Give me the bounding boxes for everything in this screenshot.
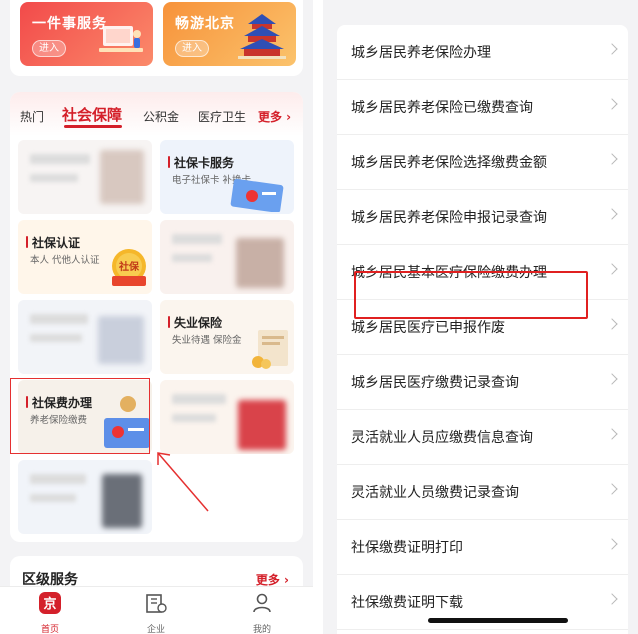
blurred-text (30, 494, 76, 502)
blurred-text (172, 254, 212, 262)
chevron-right-icon (606, 208, 618, 220)
chevron-right-icon (606, 318, 618, 330)
tab-medical[interactable]: 医疗卫生 (198, 108, 246, 125)
blurred-image (236, 238, 284, 288)
tabs-more-link[interactable]: 更多 › (258, 108, 291, 125)
tile-marker (26, 236, 28, 248)
promo-one-thing-service[interactable]: 一件事服务 进入 (20, 2, 153, 66)
promo-card: 一件事服务 进入 畅游北京 进入 (10, 0, 303, 76)
home-indicator (428, 618, 568, 623)
blurred-text (172, 394, 226, 404)
blurred-text (172, 414, 216, 422)
highlight-box-medical-payment (354, 271, 588, 319)
left-panel: 一件事服务 进入 畅游北京 进入 热门 社会保障 公积金 医疗卫生 更多 › 社… (0, 0, 313, 634)
list-item[interactable]: 城乡居民医疗缴费记录查询 (337, 355, 628, 410)
chevron-right-icon (606, 263, 618, 275)
blurred-text (30, 314, 88, 324)
list-item[interactable]: 灵活就业人员缴费记录查询 (337, 465, 628, 520)
list-item-label: 灵活就业人员缴费记录查询 (351, 485, 519, 501)
list-item-label: 城乡居民养老保险选择缴费金额 (351, 155, 547, 171)
chevron-right-icon (606, 593, 618, 605)
list-item[interactable]: 城乡居民养老保险选择缴费金额 (337, 135, 628, 190)
chevron-right-icon (606, 373, 618, 385)
blurred-text (30, 474, 86, 484)
badge-text: 社保 (118, 260, 140, 273)
blurred-service-tile[interactable] (18, 300, 152, 374)
tile-marker (168, 156, 170, 168)
promo-title: 畅游北京 (175, 16, 235, 32)
list-item[interactable]: 社保缴费证明打印 (337, 520, 628, 575)
blurred-text (30, 174, 78, 182)
list-item[interactable]: 城乡居民养老保险办理 (337, 25, 628, 80)
chevron-right-icon (606, 538, 618, 550)
nav-mine[interactable]: 我的 (232, 591, 292, 634)
enter-button[interactable]: 进入 (175, 40, 209, 57)
blurred-text (30, 334, 82, 342)
desk-illustration-icon (99, 26, 143, 52)
home-icon-text: 京 (43, 596, 56, 612)
social-badge-icon: 社保 (112, 249, 146, 286)
service-list: 城乡居民养老保险办理 城乡居民养老保险已缴费查询 城乡居民养老保险选择缴费金额 … (337, 25, 628, 634)
list-item-label: 灵活就业人员应缴费信息查询 (351, 430, 533, 446)
list-item[interactable]: 城乡居民养老保险申报记录查询 (337, 190, 628, 245)
nav-label: 我的 (252, 625, 271, 634)
blurred-image (102, 474, 142, 528)
home-jing-icon: 京 (39, 592, 61, 614)
social-card-icon (230, 178, 284, 212)
blurred-image (100, 150, 144, 204)
blurred-service-tile[interactable] (18, 460, 152, 534)
blurred-image (238, 400, 286, 450)
service-tabs: 热门 社会保障 公积金 医疗卫生 更多 › (10, 92, 303, 136)
status-strip (323, 0, 638, 8)
enterprise-icon (146, 594, 167, 613)
chevron-right-icon (606, 43, 618, 55)
list-item-label: 城乡居民养老保险申报记录查询 (351, 210, 547, 226)
nav-enterprise[interactable]: 企业 (126, 591, 186, 634)
tile-title: 失业保险 (174, 316, 223, 330)
blurred-service-tile[interactable] (160, 380, 294, 454)
blurred-service-tile[interactable] (160, 220, 294, 294)
blurred-image (98, 316, 144, 364)
blurred-service-tile[interactable] (18, 140, 152, 214)
highlight-box-payment (10, 378, 150, 454)
enter-button[interactable]: 进入 (32, 40, 66, 57)
list-item[interactable]: 灵活就业人员应缴费信息查询 (337, 410, 628, 465)
list-item-label: 城乡居民医疗已申报作废 (351, 320, 505, 336)
right-panel: 城乡居民养老保险办理 城乡居民养老保险已缴费查询 城乡居民养老保险选择缴费金额 … (323, 0, 638, 634)
chevron-right-icon (606, 153, 618, 165)
tile-social-card-service[interactable]: 社保卡服务 电子社保卡 补换卡 (160, 140, 294, 214)
list-item-label: 城乡居民养老保险办理 (351, 45, 491, 61)
tile-subtitle: 本人 代他人认证 (30, 255, 100, 266)
promo-title: 一件事服务 (32, 16, 107, 32)
list-item-label: 城乡居民医疗缴费记录查询 (351, 375, 519, 391)
list-item-label: 社保缴费证明下载 (351, 595, 463, 611)
list-item[interactable]: 城乡居民养老保险已缴费查询 (337, 80, 628, 135)
temple-of-heaven-icon (238, 14, 286, 59)
tile-social-auth[interactable]: 社保认证 本人 代他人认证 社保 (18, 220, 152, 294)
blurred-text (172, 234, 222, 244)
tab-hot[interactable]: 热门 (20, 108, 44, 125)
tile-subtitle: 失业待遇 保险金 (172, 335, 242, 346)
insurance-document-icon (252, 330, 288, 369)
annotation-arrow-icon (157, 452, 209, 512)
list-item-label: 城乡居民养老保险已缴费查询 (351, 100, 533, 116)
tile-marker (168, 316, 170, 328)
promo-tour-beijing[interactable]: 畅游北京 进入 (163, 2, 296, 66)
blurred-text (30, 154, 90, 164)
list-item-label: 社保缴费证明打印 (351, 540, 463, 556)
tile-title: 社保卡服务 (174, 156, 235, 170)
nav-label: 企业 (146, 625, 165, 634)
chevron-right-icon (606, 98, 618, 110)
tile-title: 社保认证 (32, 236, 81, 250)
tile-unemployment-insurance[interactable]: 失业保险 失业待遇 保险金 (160, 300, 294, 374)
chevron-right-icon (606, 428, 618, 440)
nav-label: 首页 (40, 625, 59, 634)
active-tab-underline (64, 125, 122, 128)
user-icon (253, 593, 271, 613)
chevron-right-icon (606, 483, 618, 495)
tab-housing-fund[interactable]: 公积金 (143, 108, 179, 125)
nav-home[interactable]: 京 首页 (20, 591, 80, 634)
bottom-tab-bar: 京 首页 企业 我的 (0, 586, 313, 634)
tab-social-security[interactable]: 社会保障 (62, 104, 122, 125)
